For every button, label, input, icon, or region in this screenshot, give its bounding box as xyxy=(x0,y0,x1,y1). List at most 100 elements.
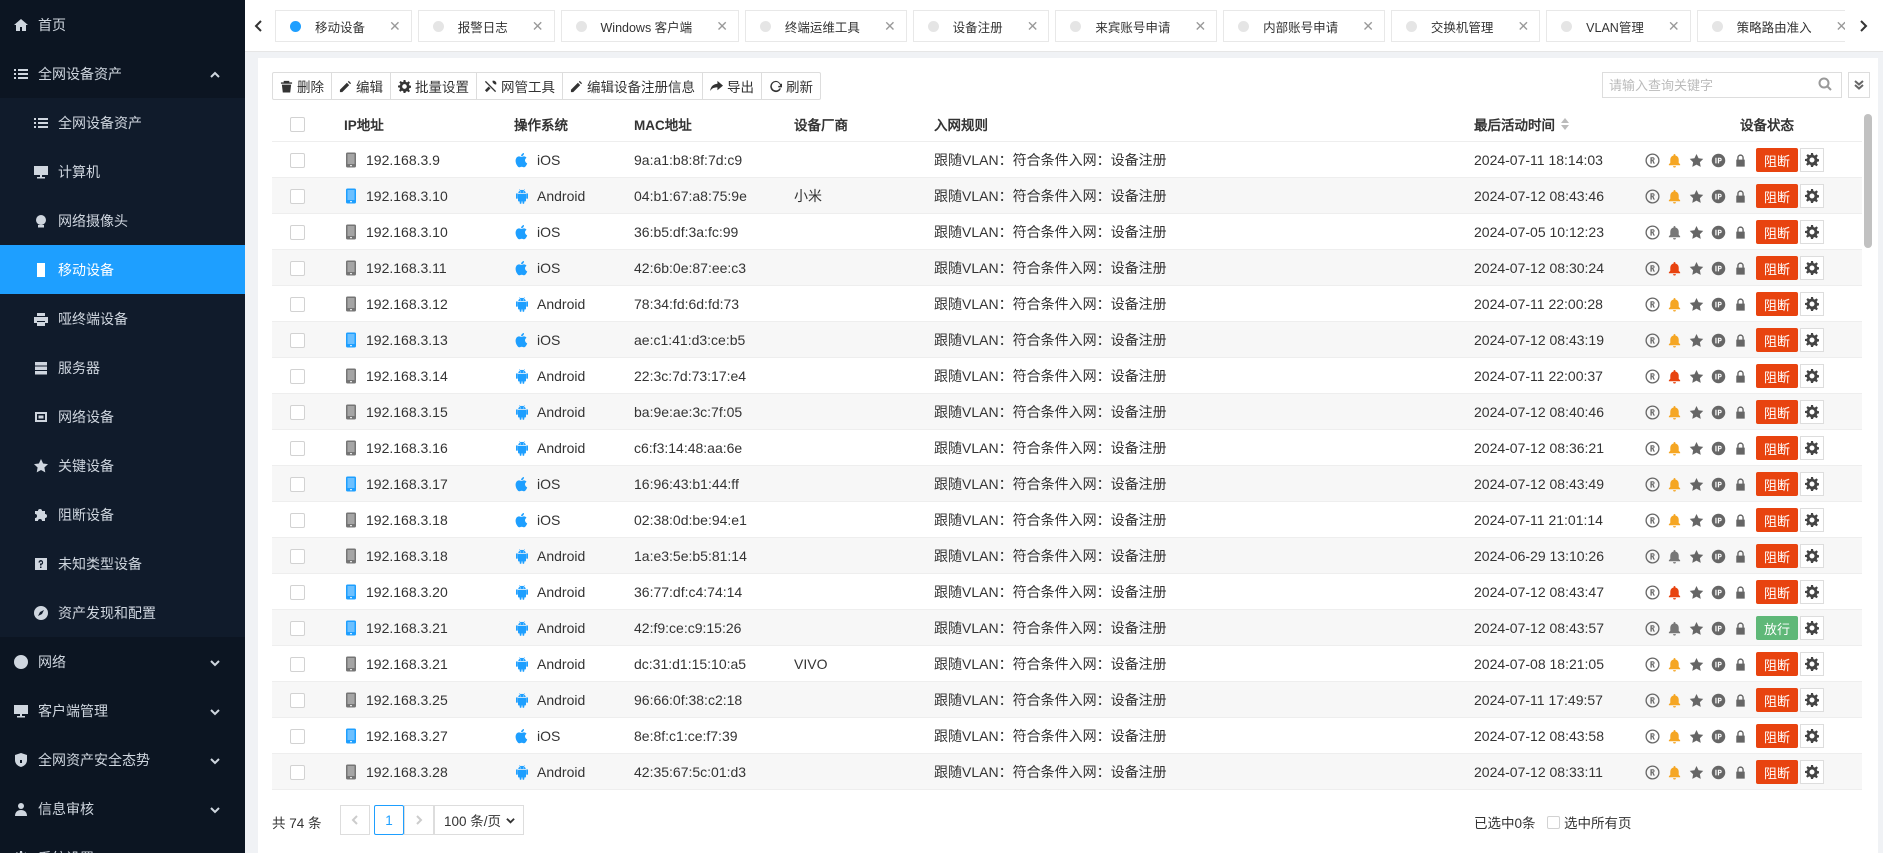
ip-address[interactable]: 192.168.3.18 xyxy=(366,512,448,528)
ip-bind-icon[interactable] xyxy=(1710,440,1726,456)
close-icon[interactable]: ✕ xyxy=(884,18,896,35)
ip-bind-icon[interactable] xyxy=(1710,152,1726,168)
registered-icon[interactable] xyxy=(1644,728,1660,744)
bell-icon[interactable] xyxy=(1666,728,1682,744)
registered-icon[interactable] xyxy=(1644,584,1660,600)
block-button[interactable]: 阻断 xyxy=(1756,544,1798,568)
tab-9[interactable]: 策略路由准入 ✕ xyxy=(1696,10,1845,42)
close-icon[interactable]: ✕ xyxy=(1362,18,1374,35)
row-checkbox[interactable] xyxy=(290,548,305,564)
close-icon[interactable]: ✕ xyxy=(1668,18,1680,35)
star-icon[interactable] xyxy=(1688,548,1704,564)
table-row[interactable]: 192.168.3.28 Android 42:35:67:5c:01:d3 跟随VL… xyxy=(272,754,1862,790)
table-row[interactable]: 192.168.3.21 Android 42:f9:ce:c9:15:26 跟随VL… xyxy=(272,610,1862,646)
registered-icon[interactable] xyxy=(1644,368,1660,384)
sidebar-item-14[interactable]: 客户端管理 xyxy=(0,686,245,735)
bell-icon[interactable] xyxy=(1666,152,1682,168)
table-row[interactable]: 192.168.3.9 iOS 9a:a1:b8:8f:7d:c9 跟随VLAN：符合… xyxy=(272,142,1862,178)
ip-bind-icon[interactable] xyxy=(1710,476,1726,492)
ip-bind-icon[interactable] xyxy=(1710,512,1726,528)
row-checkbox[interactable] xyxy=(290,728,305,744)
star-icon[interactable] xyxy=(1688,152,1704,168)
registered-icon[interactable] xyxy=(1644,476,1660,492)
row-select-cell[interactable] xyxy=(290,358,305,394)
ip-bind-icon[interactable] xyxy=(1710,764,1726,780)
tab-1[interactable]: 报警日志 ✕ xyxy=(417,10,555,42)
registered-icon[interactable] xyxy=(1644,656,1660,672)
row-settings-button[interactable] xyxy=(1800,616,1824,640)
edit-registration-button[interactable]: 编辑设备注册信息 xyxy=(563,73,703,99)
ip-bind-icon[interactable] xyxy=(1710,368,1726,384)
star-icon[interactable] xyxy=(1688,656,1704,672)
registered-icon[interactable] xyxy=(1644,260,1660,276)
ip-address[interactable]: 192.168.3.9 xyxy=(366,152,440,168)
block-button[interactable]: 阻断 xyxy=(1756,220,1798,244)
ip-bind-icon[interactable] xyxy=(1710,548,1726,564)
block-button[interactable]: 阻断 xyxy=(1756,292,1798,316)
star-icon[interactable] xyxy=(1688,512,1704,528)
row-checkbox[interactable] xyxy=(290,656,305,672)
row-checkbox[interactable] xyxy=(290,440,305,456)
star-icon[interactable] xyxy=(1688,764,1704,780)
lock-icon[interactable] xyxy=(1732,728,1748,744)
lock-icon[interactable] xyxy=(1732,188,1748,204)
ip-bind-icon[interactable] xyxy=(1710,692,1726,708)
row-settings-button[interactable] xyxy=(1800,580,1824,604)
row-select-cell[interactable] xyxy=(290,466,305,502)
row-select-cell[interactable] xyxy=(290,250,305,286)
delete-button[interactable]: 删除 xyxy=(273,73,332,99)
row-settings-button[interactable] xyxy=(1800,292,1824,316)
row-settings-button[interactable] xyxy=(1800,328,1824,352)
row-checkbox[interactable] xyxy=(290,584,305,600)
bell-icon[interactable] xyxy=(1666,224,1682,240)
sidebar-item-6[interactable]: 哑终端设备 xyxy=(0,294,245,343)
row-select-cell[interactable] xyxy=(290,574,305,610)
row-select-cell[interactable] xyxy=(290,322,305,358)
ip-address[interactable]: 192.168.3.12 xyxy=(366,296,448,312)
bell-icon[interactable] xyxy=(1666,296,1682,312)
lock-icon[interactable] xyxy=(1732,404,1748,420)
row-checkbox[interactable] xyxy=(290,260,305,276)
ip-address[interactable]: 192.168.3.16 xyxy=(366,440,448,456)
row-checkbox[interactable] xyxy=(290,512,305,528)
block-button[interactable]: 阻断 xyxy=(1756,364,1798,388)
row-select-cell[interactable] xyxy=(290,286,305,322)
row-settings-button[interactable] xyxy=(1800,472,1824,496)
row-settings-button[interactable] xyxy=(1800,724,1824,748)
block-button[interactable]: 阻断 xyxy=(1756,724,1798,748)
table-row[interactable]: 192.168.3.27 iOS 8e:8f:c1:ce:f7:39 跟随VLAN：符… xyxy=(272,718,1862,754)
row-settings-button[interactable] xyxy=(1800,688,1824,712)
row-settings-button[interactable] xyxy=(1800,400,1824,424)
bell-icon[interactable] xyxy=(1666,440,1682,456)
ip-bind-icon[interactable] xyxy=(1710,656,1726,672)
lock-icon[interactable] xyxy=(1732,656,1748,672)
ip-address[interactable]: 192.168.3.14 xyxy=(366,368,448,384)
table-row[interactable]: 192.168.3.10 Android 04:b1:67:a8:75:9e 小米 跟随… xyxy=(272,178,1862,214)
sidebar-item-10[interactable]: 阻断设备 xyxy=(0,490,245,539)
vertical-scrollbar[interactable] xyxy=(1864,114,1872,248)
row-checkbox[interactable] xyxy=(290,404,305,420)
allow-button[interactable]: 放行 xyxy=(1756,616,1798,640)
star-icon[interactable] xyxy=(1688,476,1704,492)
tab-6[interactable]: 内部账号申请 ✕ xyxy=(1223,10,1385,42)
tab-scroll-right-button[interactable] xyxy=(1851,10,1875,42)
registered-icon[interactable] xyxy=(1644,332,1660,348)
lock-icon[interactable] xyxy=(1732,296,1748,312)
row-settings-button[interactable] xyxy=(1800,652,1824,676)
block-button[interactable]: 阻断 xyxy=(1756,652,1798,676)
registered-icon[interactable] xyxy=(1644,764,1660,780)
sidebar-item-1[interactable]: 全网设备资产 xyxy=(0,49,245,98)
ip-address[interactable]: 192.168.3.11 xyxy=(366,260,447,276)
bell-icon[interactable] xyxy=(1666,404,1682,420)
registered-icon[interactable] xyxy=(1644,152,1660,168)
row-settings-button[interactable] xyxy=(1800,220,1824,244)
lock-icon[interactable] xyxy=(1732,512,1748,528)
registered-icon[interactable] xyxy=(1644,404,1660,420)
table-row[interactable]: 192.168.3.12 Android 78:34:fd:6d:fd:73 跟随VL… xyxy=(272,286,1862,322)
sidebar-item-16[interactable]: 信息审核 xyxy=(0,784,245,833)
star-icon[interactable] xyxy=(1688,188,1704,204)
row-checkbox[interactable] xyxy=(290,296,305,312)
row-select-cell[interactable] xyxy=(290,394,305,430)
sidebar-item-9[interactable]: 关键设备 xyxy=(0,441,245,490)
edit-button[interactable]: 编辑 xyxy=(332,73,391,99)
